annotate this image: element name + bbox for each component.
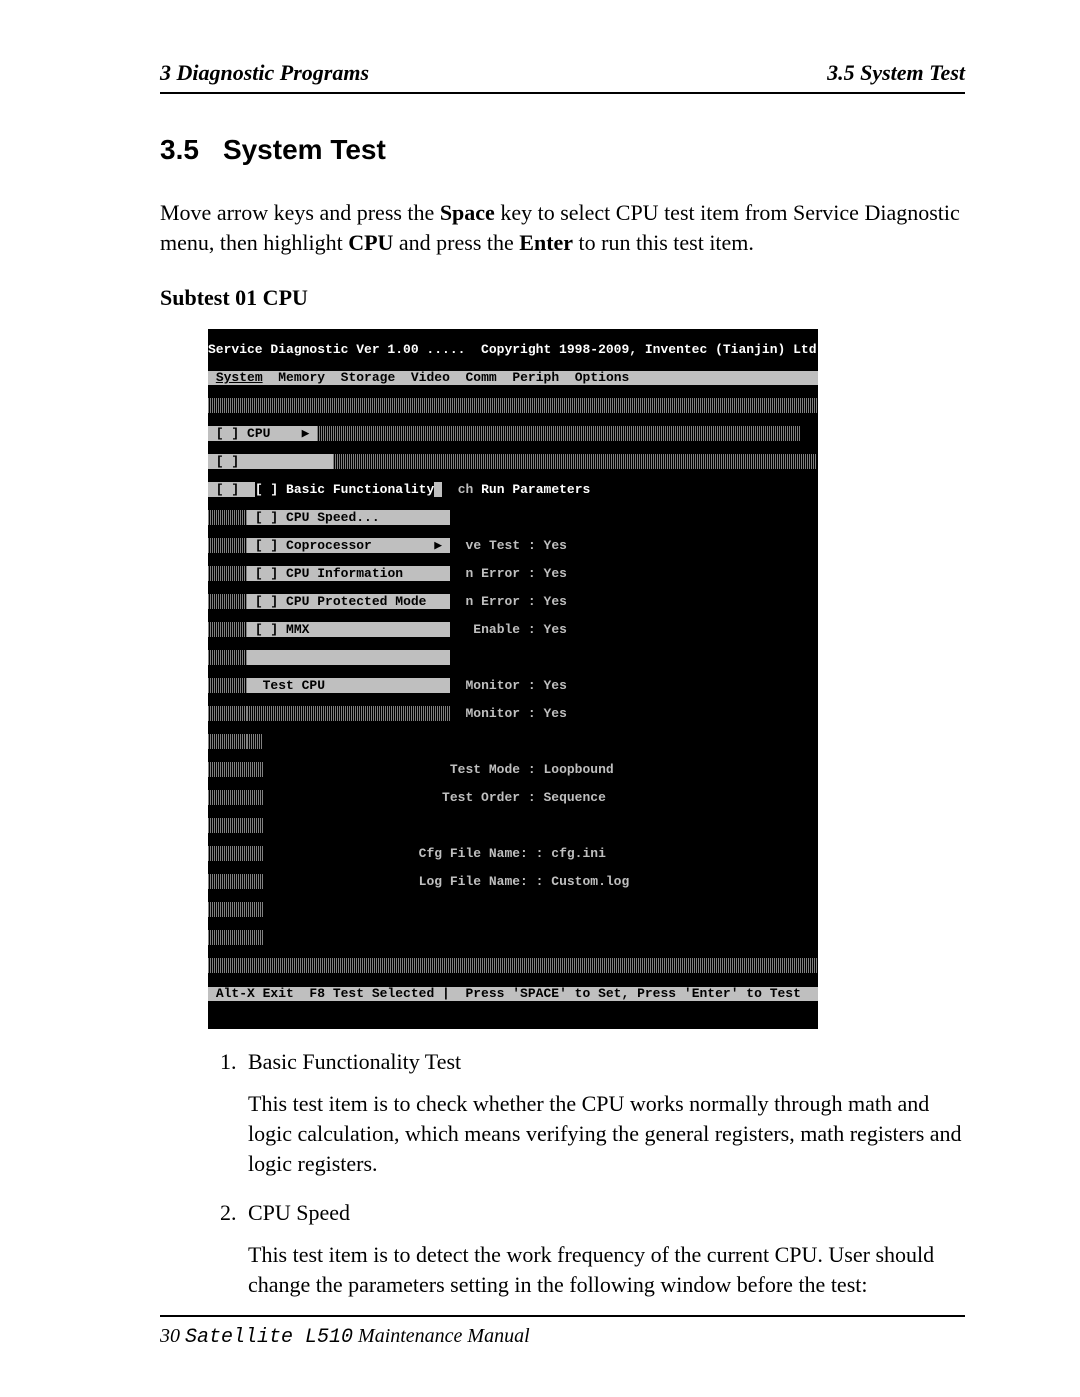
panel-title: Run Parameters xyxy=(481,482,590,497)
chevron-right-icon: ▶ xyxy=(434,538,442,553)
menu-video[interactable]: Video xyxy=(411,370,450,385)
menu-memory[interactable]: Memory xyxy=(278,370,325,385)
submenu-speed[interactable]: [ ] CPU Speed... xyxy=(247,510,450,525)
intro-paragraph: Move arrow keys and press the Space key … xyxy=(160,198,965,257)
panel-row: Monitor : Yes xyxy=(465,678,566,693)
submenu-coproc[interactable]: [ ] Coprocessor ▶ xyxy=(247,538,450,553)
list-description: This test item is to check whether the C… xyxy=(248,1089,965,1178)
intro-space-key: Space xyxy=(440,200,495,225)
panel-row: n Error : Yes xyxy=(466,594,567,609)
panel-row: ve Test : Yes xyxy=(466,538,567,553)
numbered-list: 1.Basic Functionality Test This test ite… xyxy=(220,1049,965,1299)
menu-system[interactable]: System xyxy=(216,370,263,385)
submenu-basic[interactable]: [ ] Basic Functionality xyxy=(255,482,434,497)
submenu-mmx[interactable]: [ ] MMX xyxy=(247,622,450,637)
dos-titlebar: Service Diagnostic Ver 1.00 ..... Copyri… xyxy=(208,342,824,357)
list-number: 1. xyxy=(220,1049,248,1075)
menu-storage[interactable]: Storage xyxy=(341,370,396,385)
page-number: 30 xyxy=(160,1325,180,1347)
panel-row: n Error : Yes xyxy=(466,566,567,581)
menu-options[interactable]: Options xyxy=(575,370,630,385)
left-cpu-item[interactable]: [ ] CPU ▶ xyxy=(208,426,317,441)
submenu-footer: Test CPU xyxy=(247,678,450,693)
intro-pre: Move arrow keys and press the xyxy=(160,200,440,225)
menu-periph[interactable]: Periph xyxy=(512,370,559,385)
subtest-heading: Subtest 01 CPU xyxy=(160,285,965,311)
panel-extra: Test Order : Sequence xyxy=(442,790,606,805)
section-heading: 3.5 System Test xyxy=(160,134,965,166)
header-left: 3 Diagnostic Programs xyxy=(160,60,369,86)
dos-hatch xyxy=(208,398,817,413)
footer-tail: Maintenance Manual xyxy=(353,1325,530,1347)
list-item: 2.CPU Speed This test item is to detect … xyxy=(220,1200,965,1299)
panel-extra: Log File Name: : Custom.log xyxy=(419,874,630,889)
header-rule xyxy=(160,92,965,94)
intro-mid2: and press the xyxy=(393,230,519,255)
list-title: Basic Functionality Test xyxy=(248,1049,461,1074)
intro-post: to run this test item. xyxy=(573,230,754,255)
dos-footer: Alt-X Exit F8 Test Selected | Press 'SPA… xyxy=(208,987,818,1001)
list-item: 1.Basic Functionality Test This test ite… xyxy=(220,1049,965,1178)
panel-row: Monitor : Yes xyxy=(465,706,566,721)
list-number: 2. xyxy=(220,1200,248,1226)
submenu-info[interactable]: [ ] CPU Information xyxy=(247,566,450,581)
submenu-protected[interactable]: [ ] CPU Protected Mode xyxy=(247,594,450,609)
panel-row: Enable : Yes xyxy=(466,622,567,637)
header-right: 3.5 System Test xyxy=(827,60,965,86)
list-title: CPU Speed xyxy=(248,1200,350,1225)
running-header: 3 Diagnostic Programs 3.5 System Test xyxy=(160,60,965,92)
footer-rule xyxy=(160,1315,965,1317)
intro-enter-key: Enter xyxy=(519,230,573,255)
section-title-text: System Test xyxy=(223,134,386,165)
list-description: This test item is to detect the work fre… xyxy=(248,1240,965,1299)
intro-cpu: CPU xyxy=(348,230,393,255)
panel-extra: Cfg File Name: : cfg.ini xyxy=(419,846,606,861)
page-footer: 30 Satellite L510 Maintenance Manual xyxy=(160,1315,965,1349)
menu-comm[interactable]: Comm xyxy=(466,370,497,385)
footer-model: Satellite L510 xyxy=(185,1326,353,1349)
dos-screenshot: Service Diagnostic Ver 1.00 ..... Copyri… xyxy=(208,329,818,1029)
panel-extra: Test Mode : Loopbound xyxy=(442,762,614,777)
section-number: 3.5 xyxy=(160,134,199,165)
dos-menubar: System Memory Storage Video Comm Periph … xyxy=(208,371,818,385)
